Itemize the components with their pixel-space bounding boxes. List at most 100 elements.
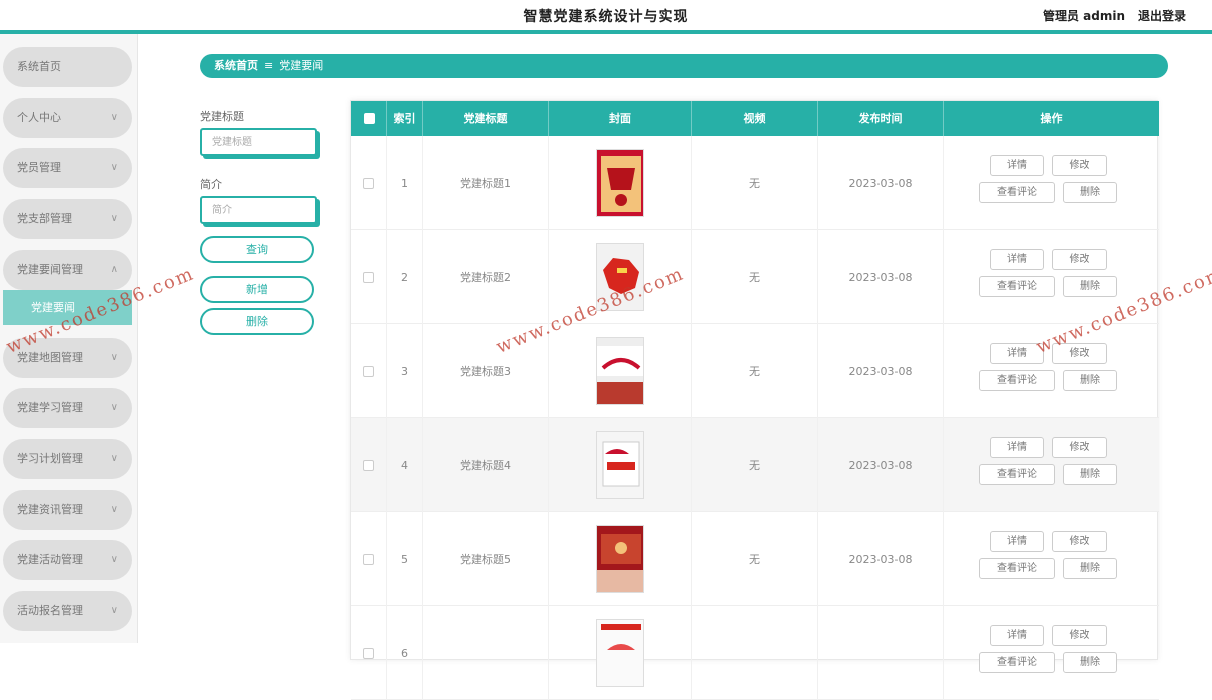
table-row: 3 党建标题3 无 2023-03-08 详情 修改 查看评论 删除 xyxy=(351,324,1159,418)
title-cell: 党建标题3 xyxy=(423,324,549,418)
actions-cell: 详情 修改查看评论 删除 xyxy=(944,512,1159,606)
cover-cell xyxy=(549,136,692,230)
view-comments-button[interactable]: 查看评论 xyxy=(979,276,1055,297)
edit-button[interactable]: 修改 xyxy=(1052,531,1107,552)
actions-cell: 详情 修改查看评论 删除 xyxy=(944,230,1159,324)
title-search-input[interactable] xyxy=(200,128,317,156)
delete-button[interactable]: 删除 xyxy=(1063,652,1117,673)
detail-button[interactable]: 详情 xyxy=(990,249,1044,270)
detail-button[interactable]: 详情 xyxy=(990,155,1044,176)
header-actions: 操作 xyxy=(1040,112,1063,125)
select-cell xyxy=(351,324,387,418)
edit-button[interactable]: 修改 xyxy=(1052,155,1107,176)
title-cell: 党建标题5 xyxy=(423,512,549,606)
view-comments-button[interactable]: 查看评论 xyxy=(979,652,1055,673)
sidebar-item-member-mgmt[interactable]: 党员管理 ∨ xyxy=(3,148,132,188)
edit-button[interactable]: 修改 xyxy=(1052,343,1107,364)
publish-time-cell: 2023-03-08 xyxy=(818,324,944,418)
detail-button[interactable]: 详情 xyxy=(990,343,1044,364)
detail-button[interactable]: 详情 xyxy=(990,437,1044,458)
select-cell xyxy=(351,230,387,324)
sidebar-item-label: 学习计划管理 xyxy=(17,452,83,465)
detail-button[interactable]: 详情 xyxy=(990,531,1044,552)
title-cell xyxy=(423,606,549,700)
view-comments-button[interactable]: 查看评论 xyxy=(979,464,1055,485)
view-comments-button[interactable]: 查看评论 xyxy=(979,370,1055,391)
delete-button[interactable]: 删除 xyxy=(1063,276,1117,297)
news-table: 索引 党建标题 封面 视频 发布时间 操作 1 党建标题1 无 2023-03-08 详… xyxy=(350,100,1159,700)
index-cell: 6 xyxy=(387,606,423,700)
publish-time-cell: 2023-03-08 xyxy=(818,418,944,512)
chevron-down-icon: ∨ xyxy=(110,402,118,413)
sidebar-item-label: 个人中心 xyxy=(17,111,61,124)
publish-time-cell xyxy=(818,606,944,700)
chevron-down-icon: ∨ xyxy=(110,213,118,224)
sidebar-item-map-mgmt[interactable]: 党建地图管理 ∨ xyxy=(3,338,132,378)
row-checkbox[interactable] xyxy=(363,177,374,189)
index-cell: 1 xyxy=(387,136,423,230)
header-select-all-cell xyxy=(351,101,387,136)
delete-button[interactable]: 删除 xyxy=(1063,558,1117,579)
view-comments-button[interactable]: 查看评论 xyxy=(979,182,1055,203)
delete-button[interactable]: 删除 xyxy=(1063,182,1117,203)
sidebar-item-news-mgmt[interactable]: 党建要闻管理 ∧ xyxy=(3,250,132,290)
actions-cell: 详情 修改查看评论 删除 xyxy=(944,418,1159,512)
delete-selected-button[interactable]: 删除 xyxy=(200,308,314,335)
video-cell: 无 xyxy=(692,512,818,606)
sidebar-item-branch-mgmt[interactable]: 党支部管理 ∨ xyxy=(3,199,132,239)
table-row: 5 党建标题5 无 2023-03-08 详情 修改 查看评论 删除 xyxy=(351,512,1159,606)
cover-image xyxy=(596,619,644,687)
header-title: 党建标题 xyxy=(423,101,549,136)
row-checkbox[interactable] xyxy=(363,647,374,659)
breadcrumb-home[interactable]: 系统首页 xyxy=(214,59,258,72)
actions-cell: 详情 修改查看评论 删除 xyxy=(944,136,1159,230)
view-comments-button[interactable]: 查看评论 xyxy=(979,558,1055,579)
top-bar: 智慧党建系统设计与实现 管理员 admin 退出登录 xyxy=(0,0,1212,32)
header-index: 索引 xyxy=(387,101,423,136)
video-cell: 无 xyxy=(692,136,818,230)
chevron-down-icon: ∨ xyxy=(110,605,118,616)
video-cell: 无 xyxy=(692,230,818,324)
row-checkbox[interactable] xyxy=(363,459,374,471)
intro-search-input[interactable] xyxy=(200,196,317,224)
sidebar-item-signup-mgmt[interactable]: 活动报名管理 ∨ xyxy=(3,591,132,631)
table-row: 2 党建标题2 无 2023-03-08 详情 修改 查看评论 删除 xyxy=(351,230,1159,324)
query-button[interactable]: 查询 xyxy=(200,236,314,263)
select-cell xyxy=(351,136,387,230)
delete-button[interactable]: 删除 xyxy=(1063,370,1117,391)
chevron-down-icon: ∨ xyxy=(110,352,118,363)
delete-button[interactable]: 删除 xyxy=(1063,464,1117,485)
logout-link[interactable]: 退出登录 xyxy=(1138,7,1186,24)
edit-button[interactable]: 修改 xyxy=(1052,249,1107,270)
title-cell: 党建标题4 xyxy=(423,418,549,512)
cover-cell xyxy=(549,230,692,324)
add-button[interactable]: 新增 xyxy=(200,276,314,303)
sidebar-item-study-mgmt[interactable]: 党建学习管理 ∨ xyxy=(3,388,132,428)
sidebar-item-label: 党建资讯管理 xyxy=(17,503,83,516)
title-cell: 党建标题1 xyxy=(423,136,549,230)
app-title: 智慧党建系统设计与实现 xyxy=(523,9,689,25)
sidebar-item-label: 党员管理 xyxy=(17,161,61,174)
chevron-down-icon: ∨ xyxy=(110,453,118,464)
sidebar-item-label: 党建活动管理 xyxy=(17,553,83,566)
sidebar-item-label: 党建学习管理 xyxy=(17,401,83,414)
sidebar-item-plan-mgmt[interactable]: 学习计划管理 ∨ xyxy=(3,439,132,479)
sidebar-item-personal-center[interactable]: 个人中心 ∨ xyxy=(3,98,132,138)
sidebar-item-label: 活动报名管理 xyxy=(17,604,83,617)
row-checkbox[interactable] xyxy=(363,271,374,283)
row-checkbox[interactable] xyxy=(363,553,374,565)
sidebar-item-activity-mgmt[interactable]: 党建活动管理 ∨ xyxy=(3,540,132,580)
cover-image xyxy=(596,525,644,593)
menu-icon: ≡ xyxy=(264,59,274,72)
row-checkbox[interactable] xyxy=(363,365,374,377)
table-row: 6 详情 修改 查看评论 删除 xyxy=(351,606,1159,700)
sidebar-subitem-news[interactable]: 党建要闻 xyxy=(3,290,132,325)
edit-button[interactable]: 修改 xyxy=(1052,437,1107,458)
breadcrumb: 系统首页 ≡ 党建要闻 xyxy=(200,54,1168,78)
select-all-checkbox[interactable] xyxy=(364,113,375,124)
sidebar-item-home[interactable]: 系统首页 xyxy=(3,47,132,87)
index-cell: 4 xyxy=(387,418,423,512)
chevron-down-icon: ∨ xyxy=(110,162,118,173)
sidebar-item-info-mgmt[interactable]: 党建资讯管理 ∨ xyxy=(3,490,132,530)
current-user: 管理员 admin xyxy=(1043,9,1126,23)
